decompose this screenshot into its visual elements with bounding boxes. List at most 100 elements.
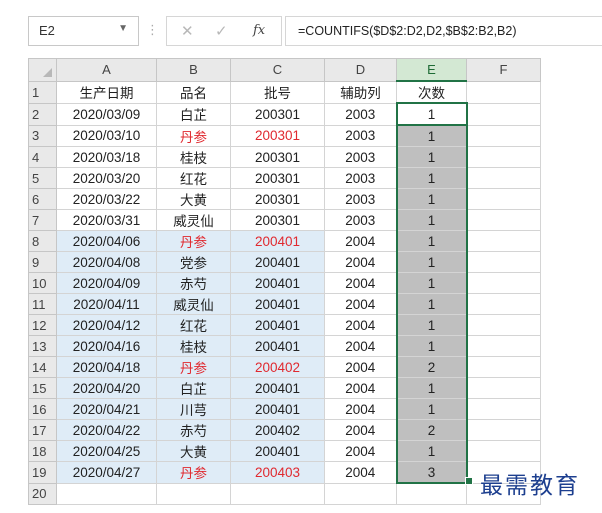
batch-cell[interactable]: 200401 xyxy=(230,440,325,462)
column-header-c[interactable]: C xyxy=(230,58,325,82)
row-header-14[interactable]: 14 xyxy=(28,356,57,378)
aux-cell[interactable]: 2004 xyxy=(324,314,397,336)
empty-cell[interactable] xyxy=(324,482,397,505)
date-cell[interactable]: 2020/03/22 xyxy=(56,188,157,210)
date-cell[interactable]: 2020/03/20 xyxy=(56,167,157,189)
date-cell[interactable]: 2020/04/11 xyxy=(56,293,157,315)
date-cell[interactable]: 2020/04/06 xyxy=(56,230,157,252)
date-cell[interactable]: 2020/04/22 xyxy=(56,419,157,441)
date-cell[interactable]: 2020/04/08 xyxy=(56,251,157,273)
row-header-16[interactable]: 16 xyxy=(28,398,57,420)
count-cell[interactable]: 1 xyxy=(395,230,468,252)
aux-cell[interactable]: 2004 xyxy=(324,293,397,315)
empty-cell[interactable] xyxy=(466,230,541,252)
aux-cell[interactable]: 2003 xyxy=(324,188,397,210)
count-cell[interactable]: 1 xyxy=(395,398,468,420)
aux-cell[interactable]: 2004 xyxy=(324,272,397,294)
date-cell[interactable]: 2020/04/16 xyxy=(56,335,157,357)
row-header-3[interactable]: 3 xyxy=(28,124,57,147)
select-all-corner[interactable] xyxy=(28,58,57,82)
row-header-1[interactable]: 1 xyxy=(28,80,57,104)
count-cell[interactable]: 1 xyxy=(395,293,468,315)
product-name-cell[interactable]: 红花 xyxy=(156,167,231,189)
date-cell[interactable]: 2020/04/12 xyxy=(56,314,157,336)
batch-cell[interactable]: 200402 xyxy=(230,419,325,441)
aux-cell[interactable]: 2003 xyxy=(324,209,397,231)
drag-handle-icon[interactable]: ⋮ xyxy=(146,22,159,38)
header-cell[interactable]: 辅助列 xyxy=(324,80,397,104)
aux-cell[interactable]: 2004 xyxy=(324,419,397,441)
product-name-cell[interactable]: 川芎 xyxy=(156,398,231,420)
aux-cell[interactable]: 2004 xyxy=(324,461,397,484)
empty-cell[interactable] xyxy=(466,293,541,315)
date-cell[interactable]: 2020/04/21 xyxy=(56,398,157,420)
column-header-b[interactable]: B xyxy=(156,58,231,82)
batch-cell[interactable]: 200401 xyxy=(230,398,325,420)
batch-cell[interactable]: 200403 xyxy=(230,461,325,484)
cancel-icon[interactable]: ✕ xyxy=(181,22,194,40)
row-header-19[interactable]: 19 xyxy=(28,461,57,484)
aux-cell[interactable]: 2004 xyxy=(324,335,397,357)
row-header-17[interactable]: 17 xyxy=(28,419,57,441)
formula-input[interactable]: =COUNTIFS($D$2:D2,D2,$B$2:B2,B2) xyxy=(285,16,602,46)
count-cell[interactable]: 1 xyxy=(395,251,468,273)
date-cell[interactable]: 2020/03/18 xyxy=(56,146,157,168)
empty-cell[interactable] xyxy=(466,80,541,104)
date-cell[interactable]: 2020/03/10 xyxy=(56,124,157,147)
empty-cell[interactable] xyxy=(466,209,541,231)
date-cell[interactable]: 2020/04/27 xyxy=(56,461,157,484)
row-header-7[interactable]: 7 xyxy=(28,209,57,231)
batch-cell[interactable]: 200401 xyxy=(230,314,325,336)
product-name-cell[interactable]: 威灵仙 xyxy=(156,293,231,315)
batch-cell[interactable]: 200301 xyxy=(230,124,325,147)
empty-cell[interactable] xyxy=(466,272,541,294)
empty-cell[interactable] xyxy=(466,251,541,273)
column-header-f[interactable]: F xyxy=(466,58,541,82)
row-header-5[interactable]: 5 xyxy=(28,167,57,189)
empty-cell[interactable] xyxy=(396,482,467,505)
count-cell[interactable]: 1 xyxy=(395,146,468,168)
batch-cell[interactable]: 200401 xyxy=(230,377,325,399)
row-header-13[interactable]: 13 xyxy=(28,335,57,357)
product-name-cell[interactable]: 赤芍 xyxy=(156,272,231,294)
row-header-6[interactable]: 6 xyxy=(28,188,57,210)
header-cell[interactable]: 品名 xyxy=(156,80,231,104)
empty-cell[interactable] xyxy=(230,482,325,505)
aux-cell[interactable]: 2004 xyxy=(324,230,397,252)
count-cell[interactable]: 1 xyxy=(395,124,468,147)
aux-cell[interactable]: 2004 xyxy=(324,251,397,273)
insert-function-icon[interactable]: fx xyxy=(253,23,265,38)
batch-cell[interactable]: 200401 xyxy=(230,335,325,357)
empty-cell[interactable] xyxy=(466,188,541,210)
empty-cell[interactable] xyxy=(156,482,231,505)
aux-cell[interactable]: 2004 xyxy=(324,356,397,378)
empty-cell[interactable] xyxy=(466,419,541,441)
header-cell[interactable]: 生产日期 xyxy=(56,80,157,104)
batch-cell[interactable]: 200401 xyxy=(230,251,325,273)
column-header-d[interactable]: D xyxy=(324,58,397,82)
row-header-8[interactable]: 8 xyxy=(28,230,57,252)
aux-cell[interactable]: 2003 xyxy=(324,124,397,147)
column-header-a[interactable]: A xyxy=(56,58,157,82)
aux-cell[interactable]: 2003 xyxy=(324,167,397,189)
product-name-cell[interactable]: 威灵仙 xyxy=(156,209,231,231)
empty-cell[interactable] xyxy=(466,356,541,378)
date-cell[interactable]: 2020/04/25 xyxy=(56,440,157,462)
fill-handle[interactable] xyxy=(465,477,473,485)
row-header-9[interactable]: 9 xyxy=(28,251,57,273)
empty-cell[interactable] xyxy=(466,440,541,462)
empty-cell[interactable] xyxy=(466,102,541,126)
row-header-12[interactable]: 12 xyxy=(28,314,57,336)
product-name-cell[interactable]: 大黄 xyxy=(156,440,231,462)
count-cell[interactable]: 1 xyxy=(395,102,468,126)
row-header-2[interactable]: 2 xyxy=(28,102,57,126)
batch-cell[interactable]: 200401 xyxy=(230,272,325,294)
aux-cell[interactable]: 2004 xyxy=(324,440,397,462)
product-name-cell[interactable]: 白芷 xyxy=(156,102,231,126)
empty-cell[interactable] xyxy=(466,124,541,147)
row-header-20[interactable]: 20 xyxy=(28,482,57,505)
product-name-cell[interactable]: 红花 xyxy=(156,314,231,336)
batch-cell[interactable]: 200301 xyxy=(230,167,325,189)
product-name-cell[interactable]: 丹参 xyxy=(156,461,231,484)
batch-cell[interactable]: 200401 xyxy=(230,293,325,315)
